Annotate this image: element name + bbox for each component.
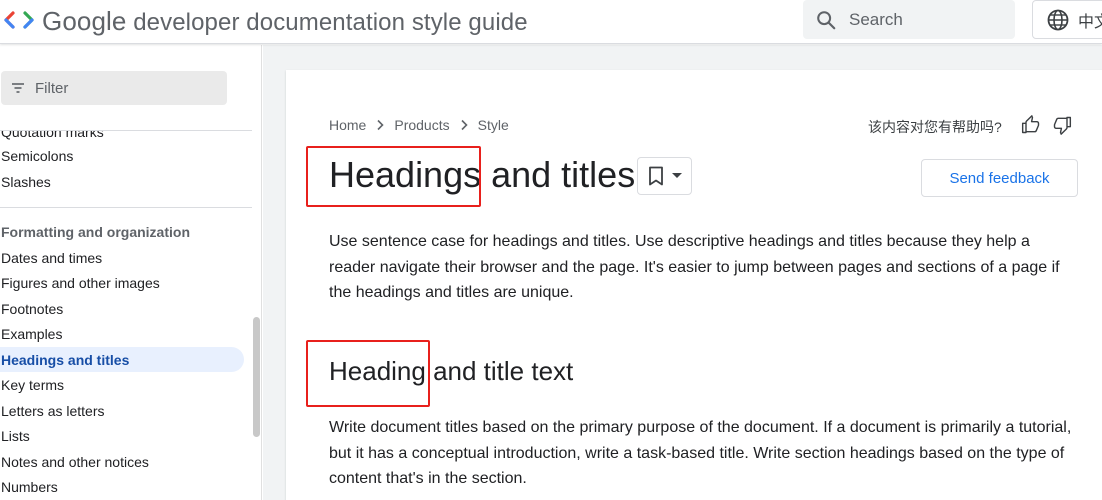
section-heading: Heading and title text [329, 356, 573, 387]
caret-down-icon [672, 173, 682, 178]
breadcrumb-style[interactable]: Style [478, 117, 509, 133]
sidebar-item-figures[interactable]: Figures and other images [1, 274, 160, 292]
section-heading-highlight-word: Heading [329, 356, 426, 386]
sidebar-item-slashes[interactable]: Slashes [1, 173, 51, 191]
sidebar-item-key-terms[interactable]: Key terms [1, 376, 64, 394]
sidebar-section-heading[interactable]: Formatting and organization [1, 223, 190, 241]
search-input[interactable]: Search [849, 10, 903, 30]
sidebar-item-semicolons[interactable]: Semicolons [1, 147, 73, 165]
sidebar-item-lists[interactable]: Lists [1, 427, 30, 445]
send-feedback-button[interactable]: Send feedback [921, 159, 1078, 197]
site-title-text: developer documentation style guide [133, 9, 528, 36]
sidebar-divider [0, 130, 252, 131]
chevron-right-icon [377, 119, 384, 131]
chevron-right-icon [461, 119, 468, 131]
section-heading-rest: and title text [425, 356, 574, 386]
filter-input[interactable]: Filter [1, 71, 227, 105]
sidebar-item-numbers[interactable]: Numbers [1, 478, 58, 496]
sidebar-divider [0, 207, 252, 208]
page-title-rest: and titles [481, 154, 636, 195]
search-icon [817, 10, 836, 29]
sidebar-item-letters-as-letters[interactable]: Letters as letters [1, 402, 105, 420]
search-box[interactable]: Search [803, 0, 1015, 39]
filter-icon [12, 83, 24, 93]
page-title: Headings and titles [329, 154, 635, 196]
sidebar-item-quotation-marks[interactable]: Quotation marks [1, 130, 104, 141]
language-selector[interactable]: 中文 [1032, 0, 1102, 39]
brand-name: Google [42, 6, 127, 36]
language-label: 中文 [1078, 13, 1102, 31]
helpful-prompt: 该内容对您有帮助吗? [868, 119, 1002, 135]
breadcrumb: Home Products Style [329, 117, 509, 133]
sidebar-nav: Filter Quotation marks Semicolons Slashe… [0, 45, 262, 500]
developers-logo-icon[interactable] [4, 9, 34, 31]
site-title[interactable]: Google developer documentation style gui… [42, 6, 528, 37]
sidebar-item-examples[interactable]: Examples [1, 325, 62, 343]
bookmark-icon [649, 166, 663, 186]
sidebar-item-footnotes[interactable]: Footnotes [1, 300, 63, 318]
breadcrumb-products[interactable]: Products [394, 117, 449, 133]
filter-placeholder: Filter [35, 79, 69, 97]
thumb-down-icon[interactable] [1052, 115, 1072, 135]
sidebar-item-headings-and-titles[interactable]: Headings and titles [1, 351, 129, 369]
section-paragraph: Write document titles based on the prima… [329, 419, 1072, 487]
sidebar-scrollbar[interactable] [253, 317, 260, 437]
sidebar-item-dates-and-times[interactable]: Dates and times [1, 249, 102, 267]
bookmark-button[interactable] [637, 157, 692, 195]
intro-paragraph: Use sentence case for headings and title… [329, 233, 1060, 301]
sidebar-item-notes[interactable]: Notes and other notices [1, 453, 149, 471]
breadcrumb-home[interactable]: Home [329, 117, 366, 133]
thumb-up-icon[interactable] [1021, 115, 1041, 135]
globe-icon [1047, 9, 1069, 30]
page-title-highlight-word: Headings [329, 154, 482, 195]
top-header: Google developer documentation style gui… [0, 0, 1102, 44]
